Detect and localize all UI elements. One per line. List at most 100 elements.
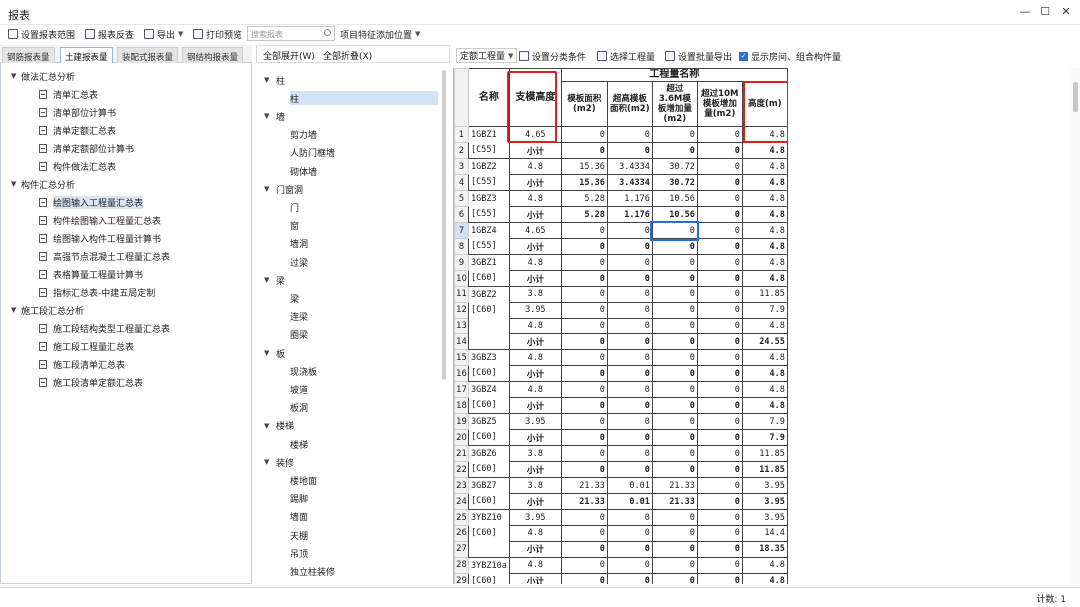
component-group[interactable]: ▼ 板 — [264, 346, 285, 360]
component-group[interactable]: ▼ 门窗洞 — [264, 182, 303, 196]
maximize-button[interactable]: ☐ — [1034, 5, 1056, 18]
table-cell[interactable]: 0 — [651, 286, 698, 303]
row-number[interactable]: 22 — [454, 461, 469, 479]
table-cell[interactable]: 0 — [560, 540, 608, 558]
table-cell[interactable]: 0 — [651, 429, 698, 447]
component-name-cell[interactable]: 1GBZ3 [C55] — [468, 190, 510, 223]
component-item[interactable]: 楼地面 — [290, 473, 317, 487]
table-cell[interactable]: 0 — [651, 572, 698, 584]
component-item[interactable]: 柱 — [290, 91, 438, 106]
row-number[interactable]: 19 — [454, 413, 469, 431]
table-cell[interactable]: 0 — [606, 254, 653, 271]
row-number[interactable]: 21 — [454, 445, 469, 463]
mid-scrollbar[interactable] — [442, 70, 446, 380]
table-row[interactable]: 3 1GBZ2 [C55] 4.8 15.36 3.4334 30.72 0 4.8 — [454, 158, 788, 191]
table-cell[interactable]: 0 — [560, 461, 608, 479]
report-item[interactable]: 指标汇总表-中建五局定制 — [39, 284, 155, 300]
table-cell[interactable]: 0 — [606, 413, 653, 431]
component-name-cell[interactable]: 3GBZ2 [C60] — [468, 285, 510, 351]
report-item[interactable]: 构件绘图输入工程量汇总表 — [39, 212, 161, 228]
table-cell[interactable]: 小计 — [508, 238, 562, 255]
table-cell[interactable]: 0 — [560, 142, 608, 159]
table-cell[interactable]: 0 — [696, 317, 743, 335]
table-cell[interactable]: 0 — [651, 413, 698, 431]
table-cell[interactable]: 0 — [606, 445, 653, 463]
table-cell[interactable]: 14.4 — [741, 524, 788, 542]
row-number[interactable]: 24 — [454, 493, 469, 511]
table-cell[interactable]: 0 — [651, 365, 698, 383]
table-cell[interactable]: 11.85 — [741, 445, 788, 463]
table-cell[interactable]: 4.8 — [741, 254, 788, 271]
table-cell[interactable]: 0 — [650, 220, 700, 241]
table-cell[interactable]: 0 — [696, 477, 743, 495]
table-cell[interactable]: 小计 — [508, 429, 562, 447]
table-cell[interactable]: 0 — [606, 126, 653, 143]
table-cell[interactable]: 7.9 — [741, 413, 788, 431]
row-number[interactable]: 18 — [454, 397, 469, 415]
table-cell[interactable]: 0 — [560, 254, 608, 271]
table-cell[interactable]: 0 — [560, 524, 608, 542]
row-number[interactable]: 6 — [454, 206, 469, 223]
table-cell[interactable]: 0 — [651, 238, 698, 255]
table-row[interactable]: 7 1GBZ4 [C55] 4.65 0 0 0 0 4.8 — [454, 220, 788, 255]
set-report-range-button[interactable]: 设置报表范围 — [8, 27, 75, 41]
chevron-down-icon[interactable]: ▼ — [264, 458, 276, 466]
tab-rebar[interactable]: 钢筋报表量 — [2, 47, 55, 63]
table-cell[interactable]: 0 — [696, 429, 743, 447]
component-item[interactable]: 人防门框墙 — [290, 146, 335, 160]
table-cell[interactable]: 0 — [696, 397, 743, 415]
table-cell[interactable]: 0 — [696, 493, 743, 511]
table-row[interactable]: 11 3GBZ2 [C60] 3.8 0 0 0 0 11.85 — [454, 285, 788, 351]
component-group[interactable]: ▼ 柱 — [264, 73, 285, 87]
table-cell[interactable]: 0 — [696, 238, 743, 255]
minimize-button[interactable]: — — [1014, 5, 1036, 18]
set-category-button[interactable]: 设置分类条件 — [519, 49, 586, 63]
table-cell[interactable]: 4.8 — [741, 317, 788, 335]
table-cell[interactable]: 0 — [606, 333, 653, 351]
table-cell[interactable]: 0 — [696, 126, 743, 143]
feature-position-dropdown[interactable]: 项目特征添加位置 ▼ — [340, 27, 420, 41]
report-item[interactable]: 清单部位计算书 — [39, 104, 116, 120]
table-cell[interactable]: 0 — [606, 429, 653, 447]
table-cell[interactable]: 0 — [696, 381, 743, 399]
table-row[interactable]: 1 1GBZ1 [C55] 4.65 0 0 0 0 4.8 — [454, 126, 788, 159]
table-cell[interactable]: 0 — [651, 126, 698, 143]
table-cell[interactable]: 4.8 — [508, 556, 562, 574]
component-group[interactable]: ▼ 装修 — [264, 455, 294, 469]
table-cell[interactable]: 0 — [651, 461, 698, 479]
table-cell[interactable]: 21.33 — [651, 477, 698, 495]
component-item[interactable]: 吊顶 — [290, 546, 308, 560]
search-icon[interactable] — [324, 29, 331, 36]
table-cell[interactable]: 0 — [696, 158, 743, 175]
table-cell[interactable]: 3.8 — [508, 445, 562, 463]
component-item[interactable]: 踢脚 — [290, 492, 308, 506]
table-cell[interactable]: 0 — [560, 365, 608, 383]
table-cell[interactable]: 小计 — [508, 206, 562, 223]
table-row[interactable]: 19 3GBZ5 [C60] 3.95 0 0 0 0 7.9 — [454, 413, 788, 447]
row-number[interactable]: 27 — [454, 540, 469, 558]
row-number[interactable]: 3 — [454, 158, 469, 175]
chevron-down-icon[interactable]: ▼ — [264, 112, 276, 120]
table-cell[interactable]: 0 — [606, 270, 653, 287]
table-cell[interactable]: 0 — [651, 509, 698, 526]
component-group[interactable]: ▼ 墙 — [264, 109, 285, 123]
table-cell[interactable]: 0 — [651, 540, 698, 558]
table-cell[interactable]: 18.35 — [741, 540, 788, 558]
component-name-cell[interactable]: 3YBZ10a [C60] — [468, 556, 510, 584]
show-room-checkbox[interactable]: ✓ 显示房间、组合构件量 — [739, 49, 841, 63]
table-cell[interactable]: 4.8 — [741, 381, 788, 399]
table-cell[interactable]: 7.9 — [741, 429, 788, 447]
report-reverse-button[interactable]: 报表反查 — [85, 27, 134, 41]
table-cell[interactable]: 4.8 — [741, 238, 788, 255]
table-cell[interactable]: 4.8 — [741, 270, 788, 287]
table-cell[interactable]: 4.8 — [741, 142, 788, 159]
chevron-down-icon[interactable]: ▼ — [264, 185, 276, 193]
report-item[interactable]: 构件做法汇总表 — [39, 158, 116, 174]
table-row[interactable]: 17 3GBZ4 [C60] 4.8 0 0 0 0 4.8 — [454, 381, 788, 415]
table-cell[interactable]: 4.8 — [508, 254, 562, 271]
table-cell[interactable]: 0 — [560, 349, 608, 367]
row-number[interactable]: 14 — [454, 333, 469, 351]
table-cell[interactable]: 0 — [696, 445, 743, 463]
report-group[interactable]: ▼ 做法汇总分析 — [11, 68, 75, 84]
export-button[interactable]: 导出 ▼ — [144, 27, 183, 41]
